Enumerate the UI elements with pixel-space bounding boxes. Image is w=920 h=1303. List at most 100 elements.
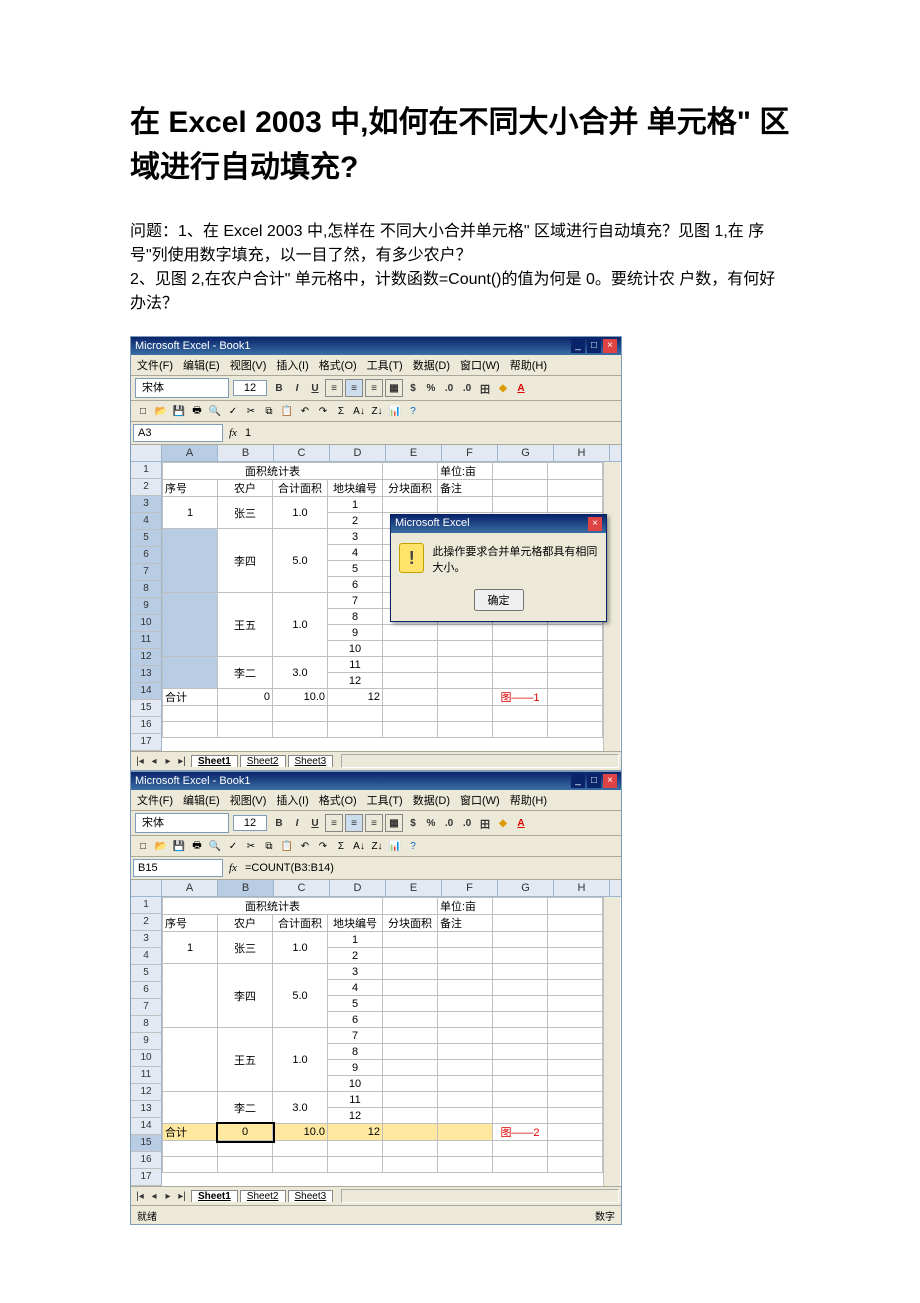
fill-color-icon[interactable]: ◆ [495, 380, 511, 396]
menu-window[interactable]: 窗口(W) [460, 792, 500, 808]
bold-icon[interactable]: B [271, 815, 287, 831]
col-header-E[interactable]: E [386, 880, 442, 896]
cell[interactable]: 2 [328, 948, 383, 964]
row-header[interactable]: 17 [131, 1169, 162, 1186]
row-header[interactable]: 15 [131, 1135, 162, 1152]
select-all-corner[interactable] [131, 445, 162, 461]
new-icon[interactable]: □ [135, 403, 151, 419]
cell-header[interactable]: 地块编号 [328, 480, 383, 497]
font-color-icon[interactable]: A [513, 815, 529, 831]
cell-header[interactable]: 合计面积 [273, 915, 328, 932]
formula-bar[interactable]: =COUNT(B3:B14) [241, 860, 621, 876]
align-center-icon[interactable]: ≡ [345, 379, 363, 397]
col-header-H[interactable]: H [554, 445, 610, 461]
row-header[interactable]: 5 [131, 965, 162, 982]
row-header[interactable]: 12 [131, 1084, 162, 1101]
minimize-icon[interactable]: _ [571, 339, 585, 353]
menu-view[interactable]: 视图(V) [230, 357, 267, 373]
cell-header[interactable]: 备注 [438, 480, 493, 497]
align-left-icon[interactable]: ≡ [325, 814, 343, 832]
col-header-B[interactable]: B [218, 445, 274, 461]
col-header-F[interactable]: F [442, 445, 498, 461]
autosum-icon[interactable]: Σ [333, 838, 349, 854]
currency-icon[interactable]: $ [405, 380, 421, 396]
cell[interactable]: 12 [328, 1124, 383, 1141]
align-left-icon[interactable]: ≡ [325, 379, 343, 397]
row-header[interactable]: 12 [131, 649, 162, 666]
cell[interactable]: 1.0 [273, 497, 328, 529]
cell-total-label[interactable]: 合计 [163, 689, 218, 706]
bold-icon[interactable]: B [271, 380, 287, 396]
select-all-corner[interactable] [131, 880, 162, 896]
row-header[interactable]: 2 [131, 914, 162, 931]
cell[interactable]: 12 [328, 1108, 383, 1124]
menu-data[interactable]: 数据(D) [413, 357, 450, 373]
cell[interactable]: 李二 [218, 1092, 273, 1124]
tab-last-icon[interactable]: ▸| [175, 1191, 189, 1202]
cell[interactable]: 10 [328, 1076, 383, 1092]
row-header[interactable]: 5 [131, 530, 162, 547]
cell-unit[interactable]: 单位:亩 [438, 898, 493, 915]
decrease-decimal-icon[interactable]: .0 [459, 380, 475, 396]
cell[interactable]: 张三 [218, 932, 273, 964]
cell-header[interactable]: 合计面积 [273, 480, 328, 497]
fx-icon[interactable]: fx [225, 427, 241, 439]
cell[interactable] [163, 1092, 218, 1124]
maximize-icon[interactable]: □ [587, 774, 601, 788]
cells-area[interactable]: 面积统计表单位:亩 序号 农户 合计面积 地块编号 分块面积 备注 1张三1.0… [162, 462, 603, 751]
cell[interactable]: 5 [328, 996, 383, 1012]
open-icon[interactable]: 📂 [153, 403, 169, 419]
row-header[interactable]: 4 [131, 948, 162, 965]
menu-file[interactable]: 文件(F) [137, 792, 173, 808]
cell-header[interactable]: 农户 [218, 915, 273, 932]
italic-icon[interactable]: I [289, 380, 305, 396]
cell-header[interactable]: 序号 [163, 915, 218, 932]
menu-insert[interactable]: 插入(I) [276, 357, 308, 373]
row-header[interactable]: 17 [131, 734, 162, 751]
tab-sheet1[interactable]: Sheet1 [191, 755, 238, 767]
underline-icon[interactable]: U [307, 815, 323, 831]
cell[interactable]: 9 [328, 625, 383, 641]
font-size-input[interactable]: 12 [233, 815, 267, 831]
fx-icon[interactable]: fx [225, 862, 241, 874]
copy-icon[interactable]: ⧉ [261, 838, 277, 854]
cell-unit[interactable]: 单位:亩 [438, 463, 493, 480]
cell[interactable]: 10.0 [273, 689, 328, 706]
row-header[interactable]: 1 [131, 462, 162, 479]
row-header[interactable]: 3 [131, 496, 162, 513]
row-header[interactable]: 3 [131, 931, 162, 948]
cell[interactable]: 9 [328, 1060, 383, 1076]
row-header[interactable]: 6 [131, 547, 162, 564]
font-color-icon[interactable]: A [513, 380, 529, 396]
tab-first-icon[interactable]: |◂ [133, 756, 147, 767]
menu-data[interactable]: 数据(D) [413, 792, 450, 808]
cell[interactable] [163, 964, 218, 1028]
menu-tools[interactable]: 工具(T) [367, 792, 403, 808]
cell[interactable]: 3.0 [273, 1092, 328, 1124]
tab-last-icon[interactable]: ▸| [175, 756, 189, 767]
col-header-C[interactable]: C [274, 445, 330, 461]
titlebar[interactable]: Microsoft Excel - Book1 _ □ × [131, 337, 621, 355]
col-header-H[interactable]: H [554, 880, 610, 896]
increase-decimal-icon[interactable]: .0 [441, 815, 457, 831]
cell[interactable]: 3.0 [273, 657, 328, 689]
cell[interactable]: 1.0 [273, 1028, 328, 1092]
cell[interactable]: 4 [328, 980, 383, 996]
cell[interactable]: 3 [328, 964, 383, 980]
align-center-icon[interactable]: ≡ [345, 814, 363, 832]
row-header[interactable]: 8 [131, 581, 162, 598]
print-icon[interactable]: 🖶 [189, 838, 205, 854]
cell[interactable]: 1 [163, 932, 218, 964]
dialog-ok-button[interactable]: 确定 [474, 589, 524, 611]
name-box[interactable]: B15 [133, 859, 223, 877]
cell[interactable]: 12 [328, 673, 383, 689]
merge-icon[interactable]: ▦ [385, 379, 403, 397]
align-right-icon[interactable]: ≡ [365, 814, 383, 832]
cell[interactable]: 李四 [218, 964, 273, 1028]
print-icon[interactable]: 🖶 [189, 403, 205, 419]
vertical-scrollbar[interactable] [603, 897, 620, 1186]
spell-icon[interactable]: ✓ [225, 838, 241, 854]
col-header-A[interactable]: A [162, 445, 218, 461]
currency-icon[interactable]: $ [405, 815, 421, 831]
cell[interactable]: 5.0 [273, 964, 328, 1028]
